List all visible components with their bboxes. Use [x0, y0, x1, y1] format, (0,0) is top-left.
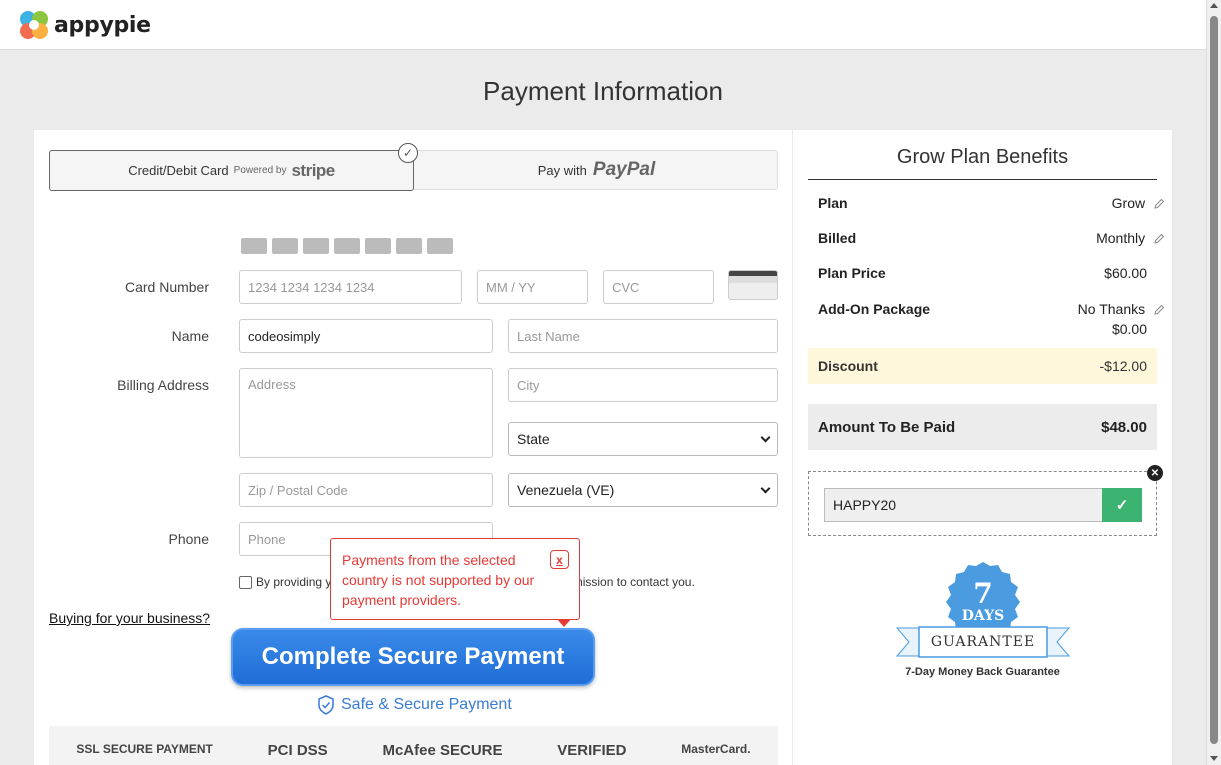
plan-summary-panel: Grow Plan Benefits Plan Grow Billed Mont…: [793, 130, 1172, 765]
page-title: Payment Information: [483, 76, 723, 106]
guarantee-ribbon: GUARANTEE: [930, 634, 1036, 650]
visa-icon: [272, 238, 298, 254]
guarantee-number: 7: [973, 577, 993, 610]
close-tooltip-button[interactable]: x: [550, 550, 569, 569]
address-textarea[interactable]: Address: [239, 368, 493, 458]
discount-row: Discount -$12.00: [808, 348, 1157, 384]
scroll-down-icon[interactable]: [1210, 756, 1218, 761]
pci-dss-badge: PCI DSS: [267, 742, 328, 759]
diners-icon: [365, 238, 391, 254]
verified-badge: VERIFIED: [557, 742, 627, 759]
edit-pencil-icon[interactable]: [1153, 304, 1165, 316]
billed-value-wrap: Monthly: [1096, 230, 1165, 246]
tab-credit-card[interactable]: Credit/Debit Card Powered by stripe ✓: [49, 143, 418, 191]
stripe-logo: stripe: [291, 160, 335, 180]
mastercard-icon: [303, 238, 329, 254]
expiry-input[interactable]: MM / YY: [477, 270, 588, 304]
amex-icon: [334, 238, 360, 254]
city-input[interactable]: City: [508, 368, 778, 402]
addon-value: No Thanks: [1077, 301, 1146, 317]
state-select-value: State: [517, 431, 550, 447]
brand-name: appypie: [54, 12, 151, 38]
card-back-icon: [728, 270, 778, 300]
shield-check-icon: [318, 695, 334, 715]
mcafee-badge: McAfee SECURE: [382, 742, 503, 759]
last-name-input[interactable]: Last Name: [508, 319, 778, 353]
jcb-icon: [427, 238, 453, 254]
chevron-down-icon: [760, 432, 771, 442]
country-select[interactable]: Venezuela (VE): [508, 473, 778, 507]
remove-coupon-icon[interactable]: ✕: [1147, 465, 1163, 481]
payment-method-tabs: Credit/Debit Card Powered by stripe ✓ Pa…: [49, 143, 778, 191]
secure-payment-text: Safe & Secure Payment: [341, 696, 512, 713]
coupon-code-input[interactable]: HAPPY20: [824, 488, 1102, 522]
maestro-icon: [241, 238, 267, 254]
billed-label: Billed: [818, 230, 857, 246]
benefits-title: Grow Plan Benefits: [808, 146, 1157, 180]
state-select[interactable]: State: [508, 422, 778, 456]
country-error-tooltip: Payments from the selected country is no…: [330, 538, 580, 627]
plan-price-value: $60.00: [1104, 265, 1147, 281]
card-number-label: Card Number: [124, 279, 209, 295]
billing-address-label: Billing Address: [117, 377, 209, 393]
tab-paypal[interactable]: Pay with PayPal: [415, 151, 778, 189]
discover-icon: [396, 238, 422, 254]
payment-form-panel: Credit/Debit Card Powered by stripe ✓ Pa…: [34, 130, 792, 765]
tab-paypal-label: Pay with: [537, 162, 587, 178]
edit-pencil-icon[interactable]: [1153, 233, 1165, 245]
appypie-logo[interactable]: appypie: [18, 9, 151, 41]
amount-label: Amount To Be Paid: [818, 419, 956, 436]
name-label: Name: [171, 328, 209, 344]
apply-coupon-button[interactable]: ✓: [1102, 488, 1142, 522]
business-link[interactable]: Buying for your business?: [49, 610, 210, 626]
plan-value-wrap: Grow: [1112, 195, 1165, 211]
coupon-box: HAPPY20 ✓ ✕: [808, 465, 1163, 536]
scrollbar-thumb[interactable]: [1210, 16, 1218, 744]
discount-value: -$12.00: [1099, 358, 1147, 374]
amount-due-row: Amount To Be Paid $48.00: [808, 404, 1157, 450]
first-name-input[interactable]: codeosimply: [239, 319, 493, 353]
cvc-input[interactable]: CVC: [603, 270, 714, 304]
consent-text-start: By providing y: [256, 575, 332, 589]
plan-value: Grow: [1111, 195, 1146, 211]
addon-price: $0.00: [1111, 321, 1147, 337]
ssl-secure-badge: SSL SECURE PAYMENT: [76, 742, 213, 756]
page-scrollbar[interactable]: [1206, 0, 1221, 765]
chevron-down-icon: [760, 483, 771, 493]
accepted-cards: [241, 238, 453, 254]
guarantee-caption: 7-Day Money Back Guarantee: [905, 666, 1060, 678]
plan-price-label: Plan Price: [818, 265, 886, 281]
trust-badges: SSL SECURE PAYMENT PCI DSS McAfee SECURE…: [49, 726, 778, 765]
billed-value: Monthly: [1096, 230, 1146, 246]
country-select-value: Venezuela (VE): [517, 482, 615, 498]
complete-payment-button[interactable]: Complete Secure Payment: [231, 628, 595, 686]
paypal-logo: PayPal: [592, 159, 656, 180]
card-number-input[interactable]: 1234 1234 1234 1234: [239, 270, 462, 304]
mastercard-badge: MasterCard.: [681, 742, 751, 756]
discount-label: Discount: [818, 358, 878, 374]
amount-value: $48.00: [1101, 419, 1147, 436]
powered-by-label: Powered by: [233, 165, 287, 176]
plan-label: Plan: [818, 195, 848, 211]
scroll-up-icon[interactable]: [1210, 3, 1218, 8]
secure-payment-note: Safe & Secure Payment: [317, 695, 512, 715]
appypie-logo-icon: [20, 11, 48, 39]
addon-label: Add-On Package: [818, 301, 931, 317]
phone-label: Phone: [168, 531, 209, 547]
edit-pencil-icon[interactable]: [1153, 198, 1165, 210]
consent-checkbox[interactable]: [239, 575, 252, 589]
addon-value-wrap: No Thanks: [1078, 301, 1165, 317]
guarantee-days: DAYS: [961, 608, 1005, 624]
error-message: Payments from the selected country is no…: [342, 552, 535, 608]
tooltip-arrow-icon: [557, 619, 571, 627]
tab-credit-card-label: Credit/Debit Card: [128, 163, 229, 178]
top-bar: appypie: [0, 0, 1206, 50]
zip-input[interactable]: Zip / Postal Code: [239, 473, 493, 507]
